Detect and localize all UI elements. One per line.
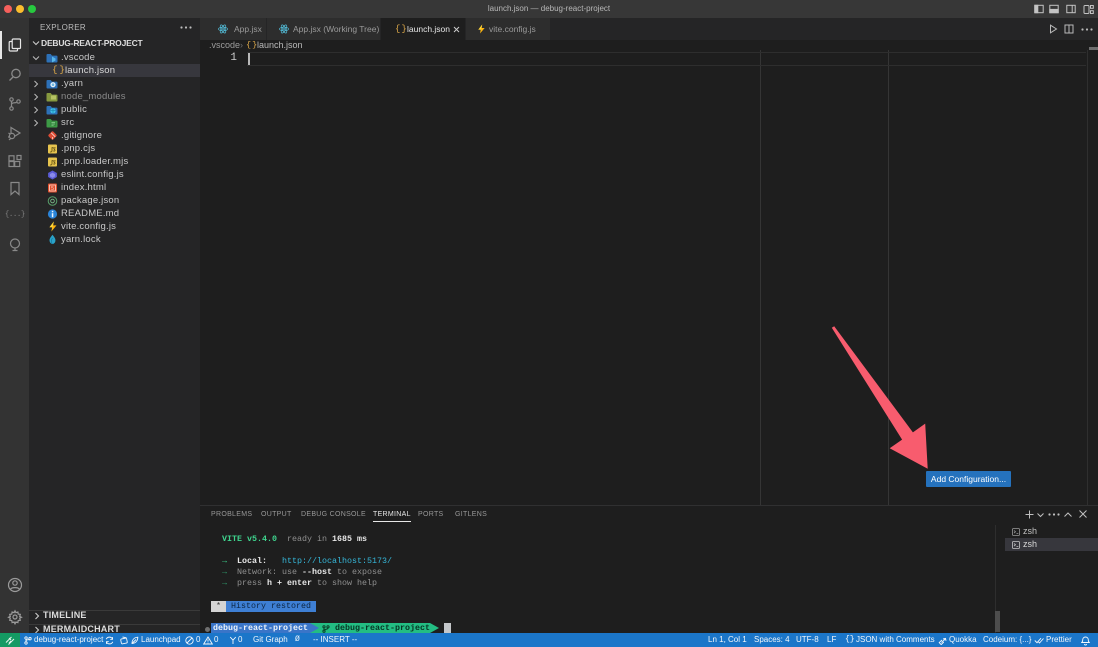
svg-text:5: 5 bbox=[51, 186, 54, 192]
